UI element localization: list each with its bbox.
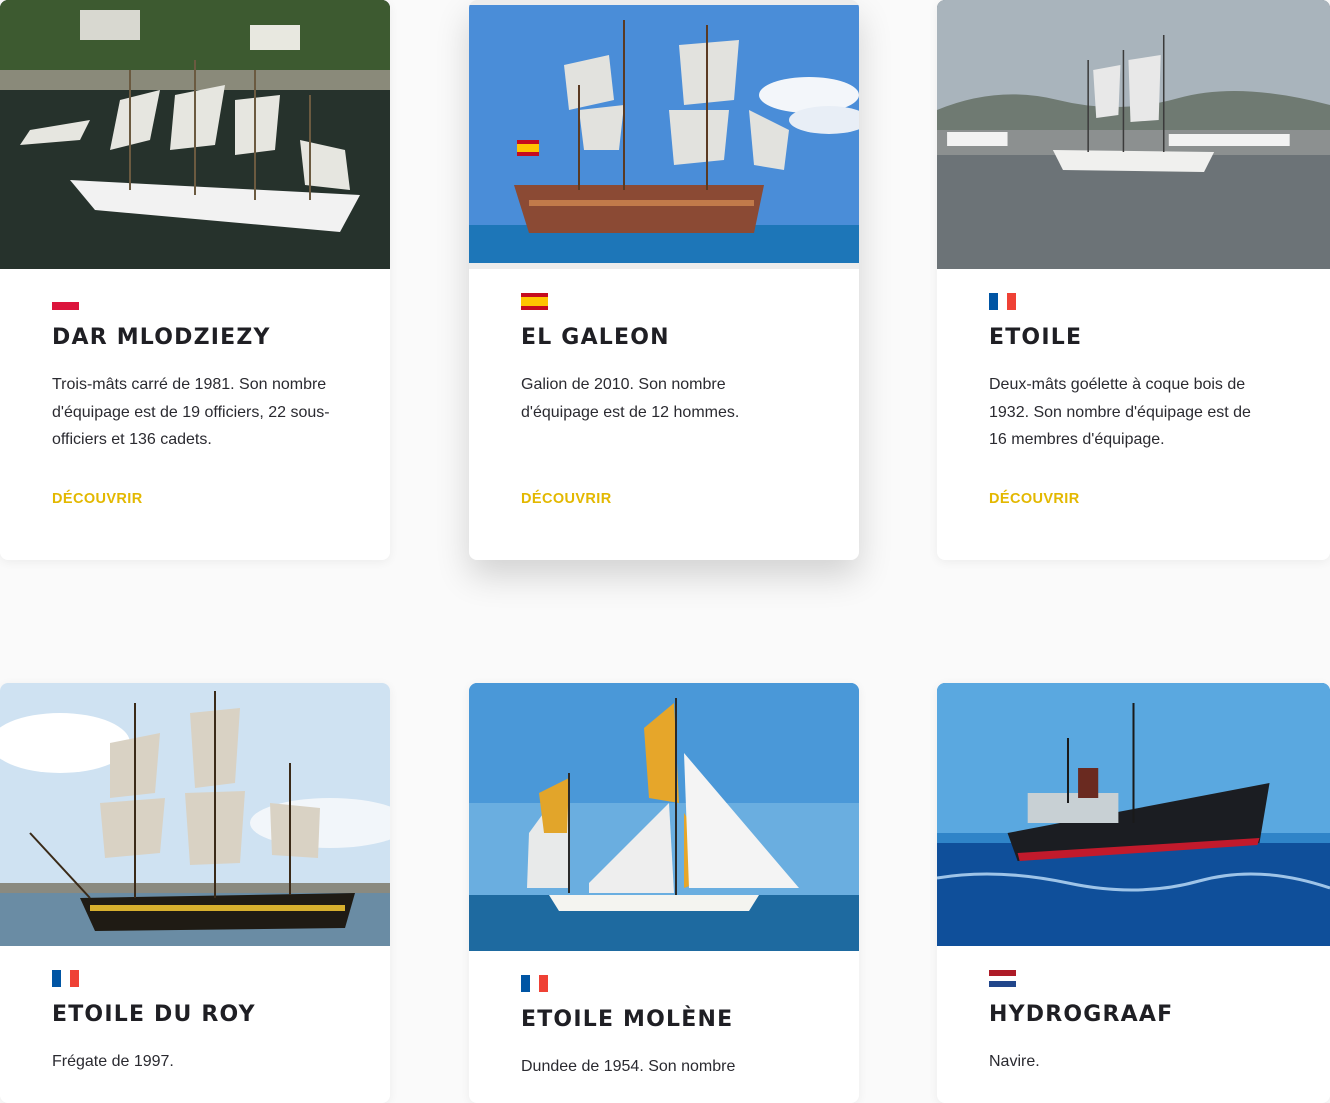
ship-name: ETOILE — [989, 325, 1083, 350]
netherlands-flag-icon — [989, 970, 1016, 988]
ship-photo[interactable] — [0, 0, 390, 269]
ship-name: ETOILE MOLÈNE — [521, 1007, 734, 1032]
discover-link[interactable]: DÉCOUVRIR — [52, 491, 143, 507]
ship-card[interactable]: ETOILE DU ROY Frégate de 1997. — [0, 683, 390, 1103]
ship-description: Navire. — [989, 1053, 1040, 1070]
ship-name: HYDROGRAAF — [989, 1002, 1174, 1027]
ship-card[interactable]: HYDROGRAAF Navire. — [937, 683, 1330, 1103]
discover-link[interactable]: DÉCOUVRIR — [989, 491, 1080, 507]
poland-flag-icon — [52, 293, 79, 310]
ship-name: EL GALEON — [521, 325, 670, 350]
spain-flag-icon — [521, 293, 548, 310]
ship-card[interactable]: ETOILE Deux-mâts goélette à coque bois d… — [937, 0, 1330, 560]
ship-name: ETOILE DU ROY — [52, 1002, 256, 1027]
france-flag-icon — [52, 970, 79, 987]
ship-description: Deux-mâts goélette à coque bois de 1932.… — [989, 376, 1251, 448]
ship-photo[interactable] — [937, 0, 1330, 269]
discover-link[interactable]: DÉCOUVRIR — [521, 491, 612, 507]
ship-photo[interactable] — [937, 683, 1330, 946]
ship-description: Galion de 2010. Son nombre d'équipage es… — [521, 376, 740, 421]
ship-photo[interactable] — [469, 683, 859, 951]
france-flag-icon — [989, 293, 1016, 310]
ship-name: DAR MLODZIEZY — [52, 325, 271, 350]
ship-description: Dundee de 1954. Son nombre — [521, 1058, 736, 1075]
ship-description: Frégate de 1997. — [52, 1053, 174, 1070]
ship-photo[interactable] — [469, 0, 859, 269]
ship-description: Trois-mâts carré de 1981. Son nombre d'é… — [52, 376, 330, 448]
france-flag-icon — [521, 975, 548, 992]
ship-card[interactable]: ETOILE MOLÈNE Dundee de 1954. Son nombre — [469, 683, 859, 1103]
ship-card[interactable]: EL GALEON Galion de 2010. Son nombre d'é… — [469, 0, 859, 560]
ship-card[interactable]: DAR MLODZIEZY Trois-mâts carré de 1981. … — [0, 0, 390, 560]
ship-photo[interactable] — [0, 683, 390, 946]
